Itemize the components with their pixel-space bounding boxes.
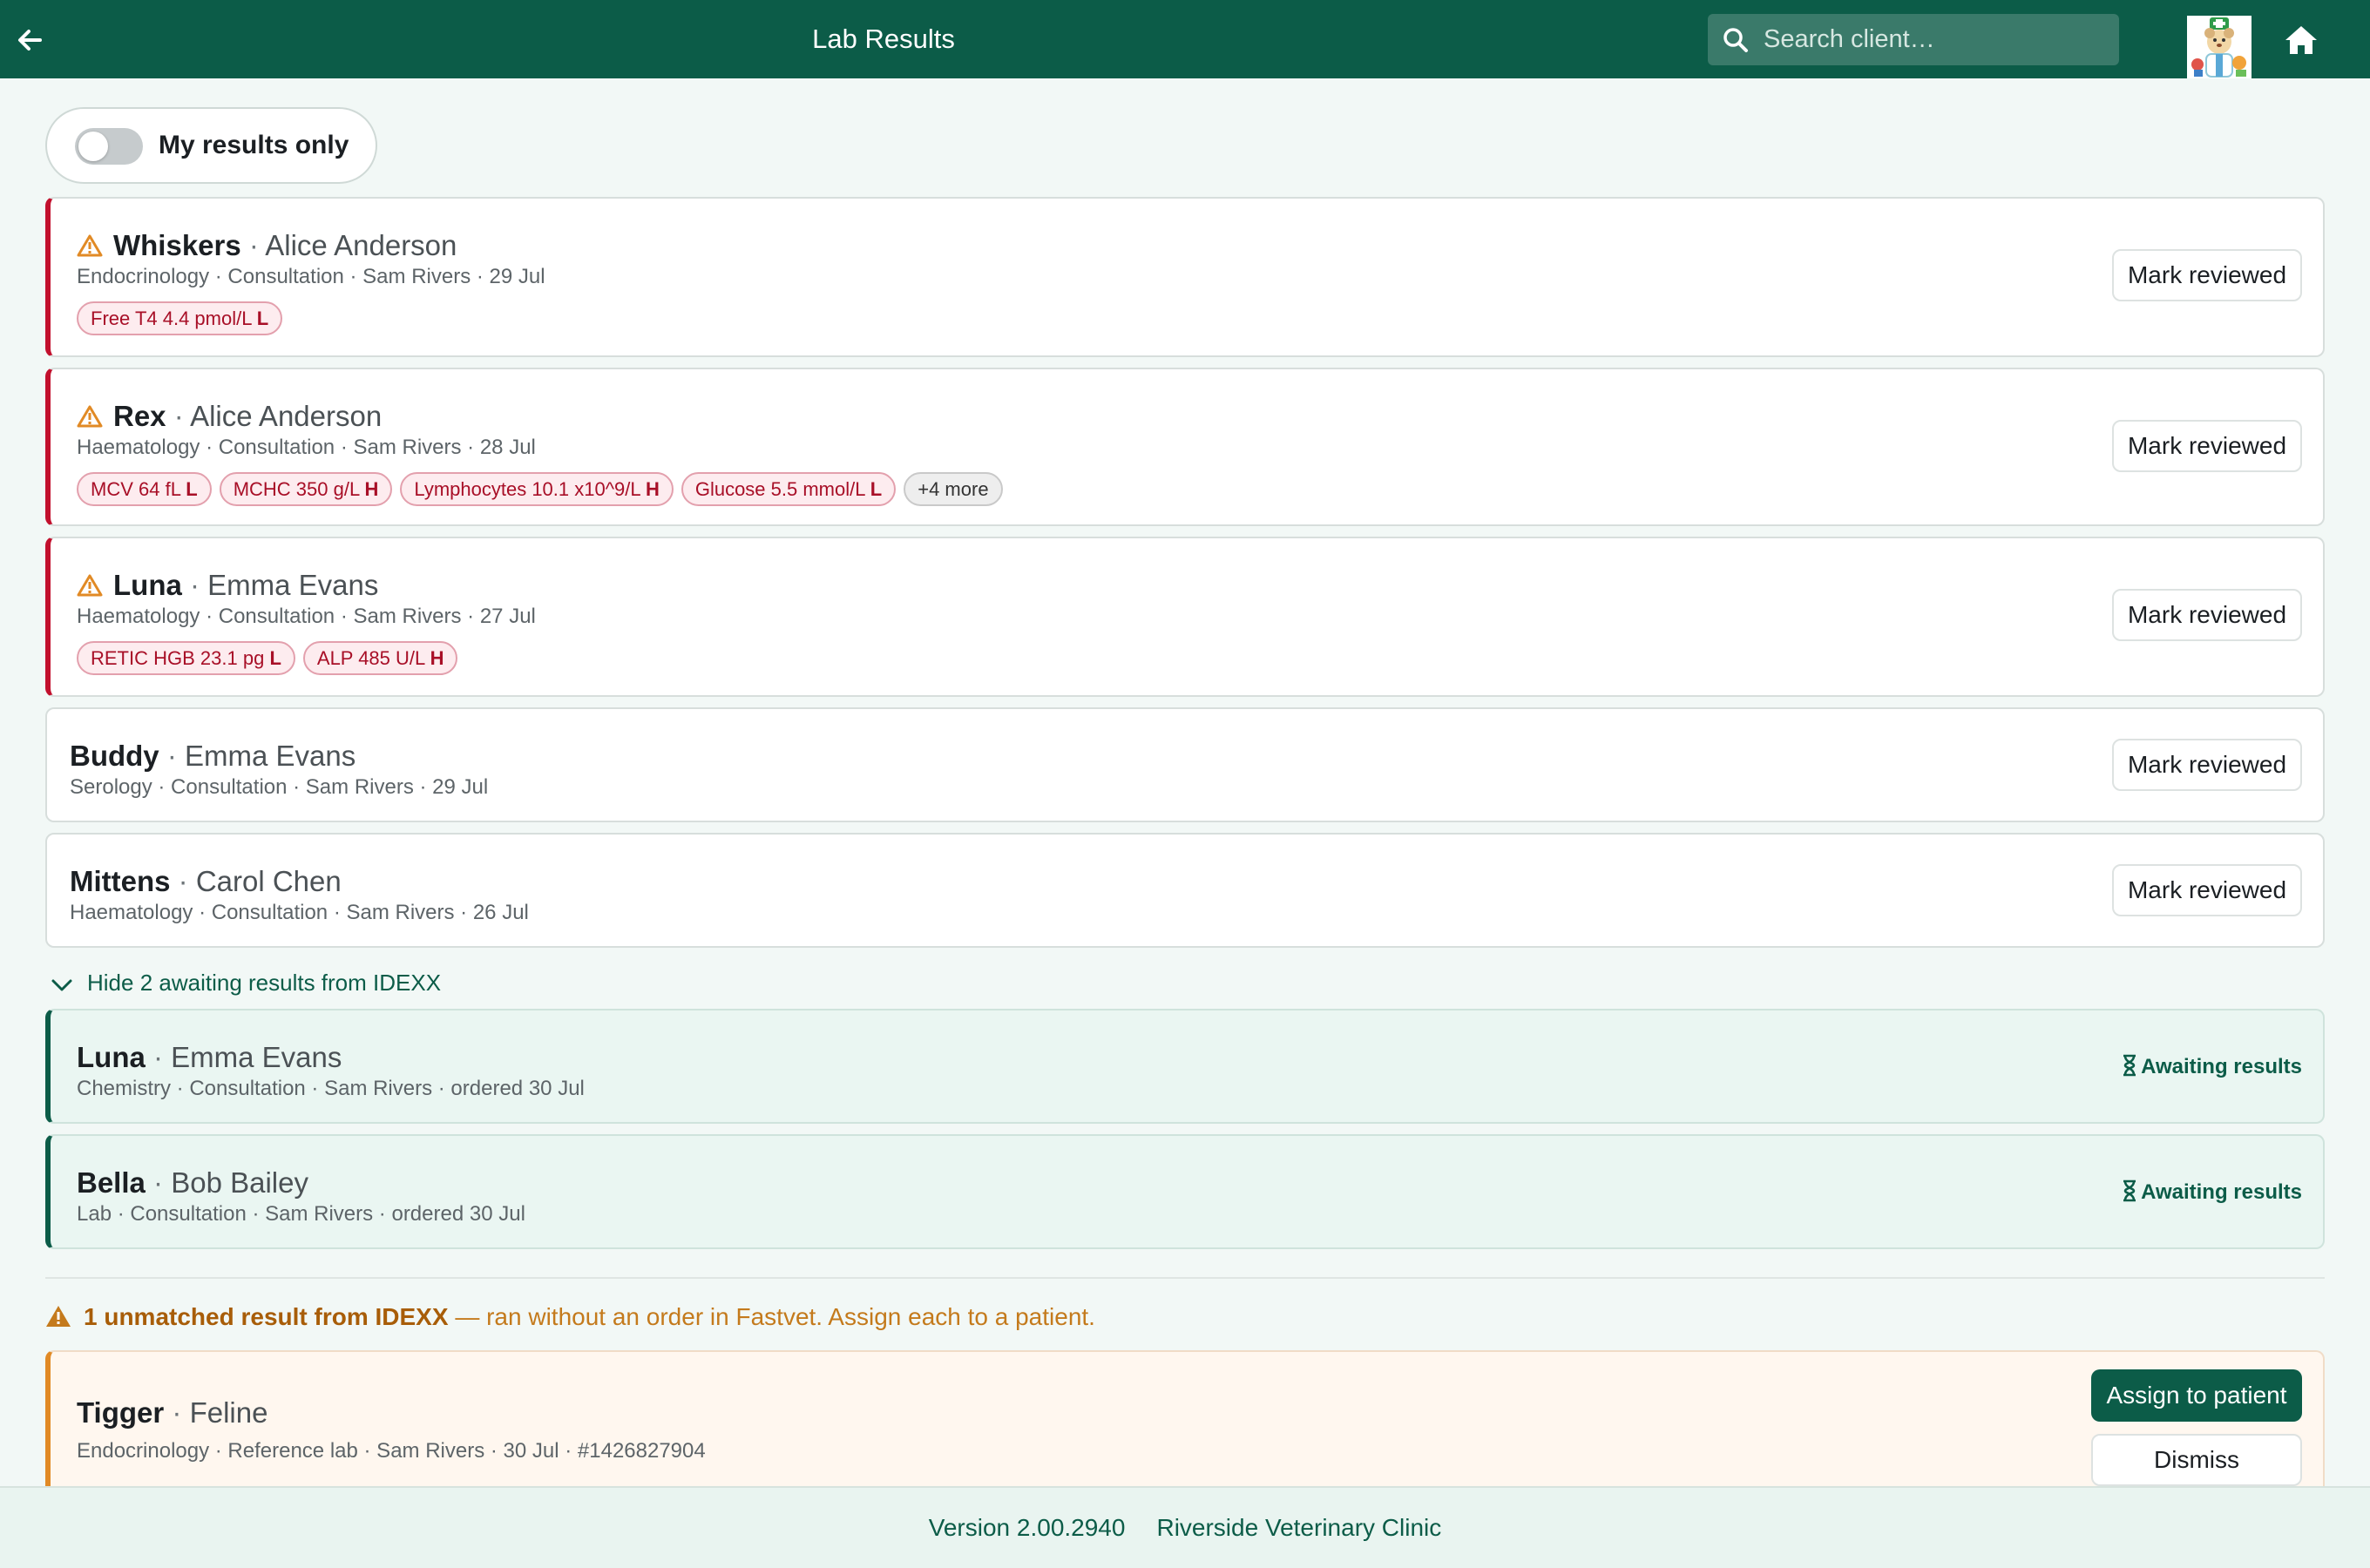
awaiting-title[interactable]: Luna · Emma Evans (77, 1042, 342, 1073)
assign-to-patient-button[interactable]: Assign to patient (2091, 1369, 2302, 1422)
abnormal-values: MCV 64 fL L MCHC 350 g/L H Lymphocytes 10.… (77, 472, 1011, 507)
result-card: Buddy · Emma Evans Serology · Consultati… (45, 707, 2325, 822)
pet-name: Mittens (70, 865, 171, 897)
result-meta: Haematology · Consultation · Sam Rivers … (77, 436, 536, 459)
pet-name: Bella (77, 1166, 146, 1199)
mark-reviewed-button[interactable]: Mark reviewed (2112, 864, 2302, 916)
mark-reviewed-button[interactable]: Mark reviewed (2112, 739, 2302, 791)
awaiting-meta: Chemistry · Consultation · Sam Rivers · … (77, 1077, 585, 1100)
chevron-down-icon (51, 979, 72, 991)
result-title[interactable]: Buddy · Emma Evans (70, 740, 356, 772)
my-results-only-toggle[interactable]: My results only (45, 107, 377, 184)
warning-icon (77, 405, 103, 428)
result-meta: Endocrinology · Consultation · Sam River… (77, 265, 545, 288)
abnormal-value-chip: ALP 485 U/L H (302, 641, 458, 675)
result-meta: Haematology · Consultation · Sam Rivers … (77, 605, 536, 628)
result-title[interactable]: Mittens · Carol Chen (70, 866, 342, 897)
result-title[interactable]: Rex · Alice Anderson (113, 401, 382, 432)
abnormal-value-chip: Lymphocytes 10.1 x10^9/L H (400, 472, 674, 506)
dismiss-button[interactable]: Dismiss (2091, 1434, 2302, 1486)
owner-name: Alice Anderson (190, 400, 383, 432)
warning-icon (46, 1306, 71, 1327)
footer-text: Version 2.00.2940 Riverside Veterinary Cl… (0, 1488, 2370, 1568)
avatar[interactable] (2187, 16, 2252, 78)
page-title: Lab Results (812, 24, 955, 54)
awaiting-card: Bella · Bob Bailey Lab · Consultation · … (45, 1134, 2325, 1249)
warning-icon (77, 234, 103, 257)
abnormal-value-chip: MCV 64 fL L (77, 472, 212, 506)
search-input[interactable] (1764, 14, 2109, 65)
result-card: Mittens · Carol Chen Haematology · Consu… (45, 833, 2325, 948)
owner-name: Bob Bailey (171, 1166, 308, 1199)
unmatched-meta: Endocrinology · Reference lab · Sam Rive… (77, 1439, 706, 1463)
mark-reviewed-button[interactable]: Mark reviewed (2112, 589, 2302, 641)
warning-icon (77, 574, 103, 597)
footer: Version 2.00.2940 Riverside Veterinary Cl… (0, 1486, 2370, 1568)
hourglass-icon (2123, 1179, 2136, 1202)
awaiting-status: Awaiting results (2122, 1054, 2302, 1079)
awaiting-meta: Lab · Consultation · Sam Rivers · ordere… (77, 1202, 525, 1226)
unmatched-title[interactable]: Tigger · Feline (77, 1397, 267, 1429)
home-icon[interactable] (2283, 23, 2319, 57)
mark-reviewed-button[interactable]: Mark reviewed (2112, 420, 2302, 472)
hourglass-icon (2123, 1054, 2136, 1077)
section-divider (45, 1277, 2325, 1279)
pet-name: Whiskers (113, 229, 241, 261)
owner-name: Emma Evans (185, 740, 356, 772)
result-title[interactable]: Luna · Emma Evans (113, 570, 378, 601)
client-search[interactable] (1708, 14, 2119, 65)
pet-name: Tigger (77, 1396, 165, 1429)
owner-name: Alice Anderson (265, 229, 457, 261)
result-meta: Serology · Consultation · Sam Rivers · 2… (70, 775, 489, 799)
awaiting-card: Luna · Emma Evans Chemistry · Consultati… (45, 1009, 2325, 1124)
abnormal-value-chip: Glucose 5.5 mmol/L L (681, 472, 897, 506)
pet-name: Rex (113, 400, 166, 432)
app-header: Lab Results (0, 0, 2370, 78)
abnormal-value-chip: RETIC HGB 23.1 pg L (77, 641, 295, 675)
abnormal-values: RETIC HGB 23.1 pg L ALP 485 U/L H (77, 641, 465, 676)
clinic-mascot-icon (2187, 16, 2252, 78)
hide-awaiting-label: Hide 2 awaiting results from IDEXX (87, 970, 442, 996)
awaiting-status: Awaiting results (2122, 1179, 2302, 1205)
hide-awaiting-toggle[interactable]: Hide 2 awaiting results from IDEXX (51, 967, 441, 998)
pet-name: Buddy (70, 740, 159, 772)
search-icon (1723, 28, 1748, 52)
unmatched-notice: 1 unmatched result from IDEXX — ran with… (45, 1303, 1095, 1331)
result-card: Rex · Alice Anderson Haematology · Consu… (45, 368, 2325, 526)
more-values-chip[interactable]: +4 more (904, 472, 1003, 506)
awaiting-title[interactable]: Bella · Bob Bailey (77, 1167, 308, 1199)
abnormal-value-chip: Free T4 4.4 pmol/L L (77, 301, 283, 335)
toggle-switch[interactable] (75, 128, 143, 165)
mark-reviewed-button[interactable]: Mark reviewed (2112, 249, 2302, 301)
toggle-label: My results only (159, 131, 349, 159)
abnormal-values: Free T4 4.4 pmol/L L (77, 301, 290, 336)
pet-name: Luna (113, 569, 182, 601)
species: Feline (189, 1396, 268, 1429)
toggle-knob (78, 132, 108, 161)
clinic-name: Riverside Veterinary Clinic (1156, 1514, 1442, 1541)
pet-name: Luna (77, 1041, 146, 1073)
result-title[interactable]: Whiskers · Alice Anderson (113, 230, 457, 261)
result-card: Whiskers · Alice Anderson Endocrinology … (45, 197, 2325, 357)
owner-name: Emma Evans (207, 569, 379, 601)
abnormal-value-chip: MCHC 350 g/L H (219, 472, 393, 506)
version-label: Version 2.00.2940 (928, 1514, 1126, 1541)
owner-name: Emma Evans (171, 1041, 342, 1073)
result-card: Luna · Emma Evans Haematology · Consulta… (45, 537, 2325, 697)
owner-name: Carol Chen (195, 865, 342, 897)
result-meta: Haematology · Consultation · Sam Rivers … (70, 901, 529, 924)
